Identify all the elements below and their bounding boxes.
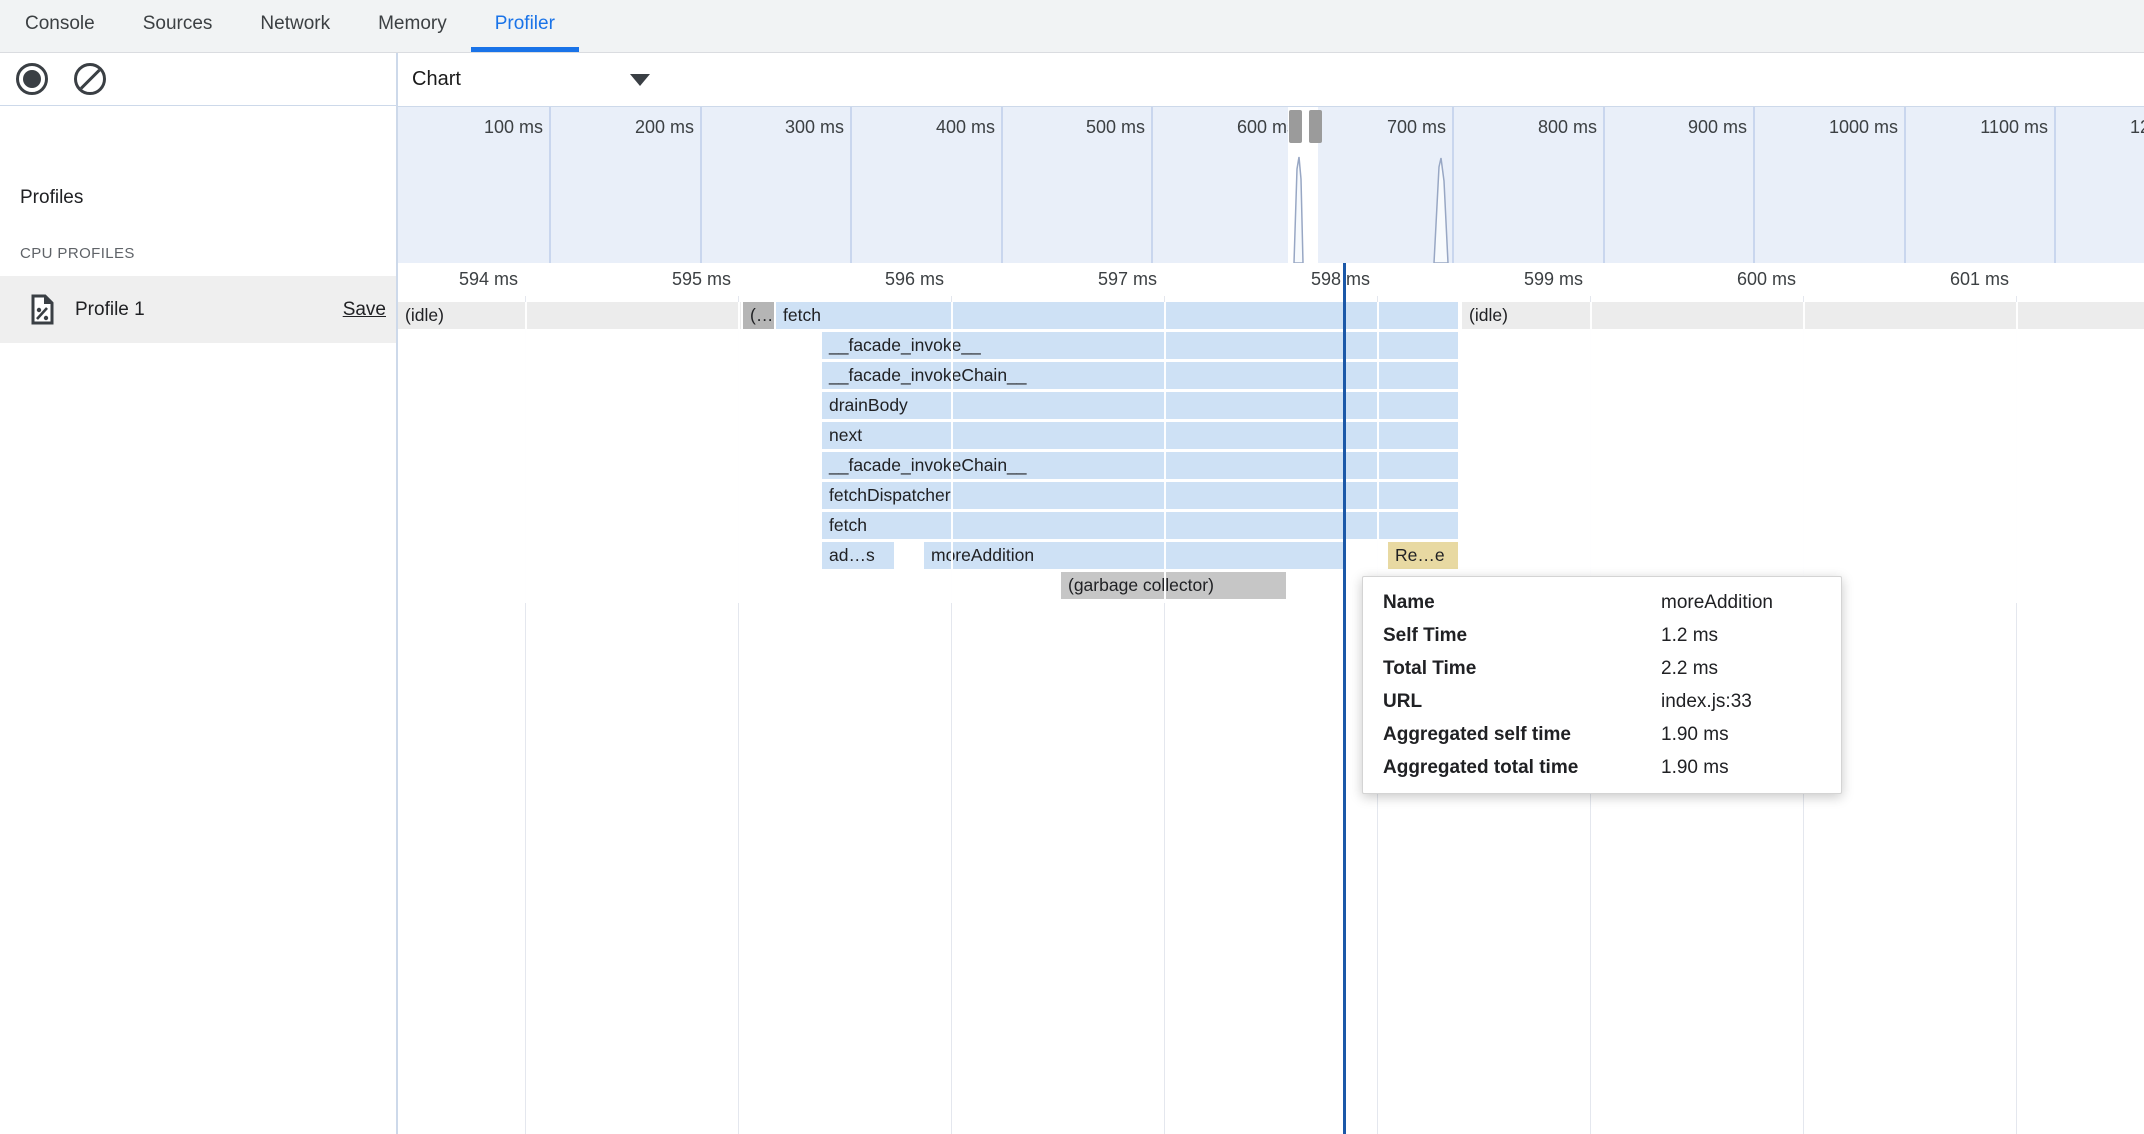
tooltip-label: Total Time (1383, 652, 1661, 685)
grid-line-highlight (1164, 302, 1166, 603)
tooltip-value: moreAddition (1661, 586, 1773, 619)
ruler-tick-label: 600 ms (1640, 269, 1796, 293)
tooltip-row: Aggregated self time1.90 ms (1383, 718, 1821, 751)
flame-bar[interactable]: fetchDispatcher (822, 482, 1458, 509)
ruler-tick-label: 601 ms (1853, 269, 2009, 293)
flame-bar[interactable]: (garbage collector) (1061, 572, 1286, 599)
view-mode-value: Chart (412, 68, 461, 91)
ruler-tick-label: 597 ms (1001, 269, 1157, 293)
tooltip-label: Name (1383, 586, 1661, 619)
flame-bar[interactable]: __facade_invoke__ (822, 332, 1458, 359)
tooltip-value: 1.90 ms (1661, 718, 1729, 751)
grid-line-highlight (1803, 302, 1805, 603)
tooltip-value: index.js:33 (1661, 685, 1752, 718)
tooltip-value: 2.2 ms (1661, 652, 1718, 685)
timeline-overview[interactable]: 100 ms200 ms300 ms400 ms500 ms600 ms700 … (398, 107, 2144, 265)
tooltip-row: Self Time1.2 ms (1383, 619, 1821, 652)
frame-tooltip: NamemoreAdditionSelf Time1.2 msTotal Tim… (1362, 576, 1842, 794)
panel-tab-bar: ConsoleSourcesNetworkMemoryProfiler (0, 0, 2144, 53)
clear-icon[interactable] (74, 63, 106, 95)
tooltip-label: Aggregated total time (1383, 751, 1661, 784)
tab-console[interactable]: Console (1, 0, 119, 52)
chevron-down-icon (630, 74, 650, 86)
grid-line-highlight (1377, 302, 1379, 603)
ruler-tick-label: 598 ms (1214, 269, 1370, 293)
record-icon[interactable] (16, 63, 48, 95)
tab-network[interactable]: Network (236, 0, 354, 52)
playhead-marker-line (1343, 263, 1346, 1134)
tooltip-value: 1.90 ms (1661, 751, 1729, 784)
profiles-sidebar: Profiles CPU PROFILES Profile 1 Save (0, 53, 398, 1134)
tooltip-row: Total Time2.2 ms (1383, 652, 1821, 685)
flame-bar[interactable]: fetch (776, 302, 1458, 329)
grid-line-highlight (738, 302, 740, 603)
cpu-profile-document-icon (30, 294, 55, 325)
profiles-heading: Profiles (20, 187, 83, 209)
ruler-tick-label: 595 ms (575, 269, 731, 293)
tooltip-row: Aggregated total time1.90 ms (1383, 751, 1821, 784)
cpu-activity-spikes (398, 107, 2144, 263)
flame-bar[interactable]: (… (743, 302, 774, 329)
profiler-controls-toolbar (0, 53, 396, 106)
profiler-main-panel: Chart 100 ms200 ms300 ms400 ms500 ms600 … (398, 53, 2144, 1134)
tab-profiler[interactable]: Profiler (471, 0, 579, 52)
view-mode-select[interactable]: Chart (412, 53, 650, 106)
flame-bar[interactable]: next (822, 422, 1458, 449)
flame-bar[interactable]: moreAddition (924, 542, 1345, 569)
tab-sources[interactable]: Sources (119, 0, 237, 52)
ruler-tick-label: 596 ms (788, 269, 944, 293)
flame-chart: 594 ms 595 ms 596 ms 597 ms 598 ms 599 ms 600 … (398, 263, 2144, 1134)
flame-bar[interactable]: __facade_invokeChain__ (822, 452, 1458, 479)
flame-bar[interactable]: Re…e (1388, 542, 1458, 569)
tooltip-row: URLindex.js:33 (1383, 685, 1821, 718)
chart-view-toolbar: Chart (398, 53, 2144, 107)
flame-bar[interactable]: ad…s (822, 542, 894, 569)
tooltip-label: URL (1383, 685, 1661, 718)
cpu-profiles-section-label: CPU PROFILES (20, 245, 135, 262)
grid-line-highlight (1590, 302, 1592, 603)
flame-bar[interactable]: __facade_invokeChain__ (822, 362, 1458, 389)
grid-line-highlight (2016, 302, 2018, 603)
tab-memory[interactable]: Memory (354, 0, 471, 52)
grid-line-highlight (525, 302, 527, 603)
flame-bar[interactable]: drainBody (822, 392, 1458, 419)
flame-bar[interactable]: fetch (822, 512, 1458, 539)
ruler-tick-label: 599 ms (1427, 269, 1583, 293)
flame-bar[interactable]: (idle) (398, 302, 741, 329)
grid-line-highlight (951, 302, 953, 603)
save-profile-link[interactable]: Save (343, 299, 386, 321)
tooltip-label: Self Time (1383, 619, 1661, 652)
profile-name: Profile 1 (75, 299, 343, 321)
profile-list-item[interactable]: Profile 1 Save (0, 276, 396, 343)
tooltip-label: Aggregated self time (1383, 718, 1661, 751)
tooltip-value: 1.2 ms (1661, 619, 1718, 652)
ruler-tick-label: 594 ms (398, 269, 518, 293)
devtools-window: ConsoleSourcesNetworkMemoryProfiler Prof… (0, 0, 2144, 1134)
tooltip-row: NamemoreAddition (1383, 586, 1821, 619)
